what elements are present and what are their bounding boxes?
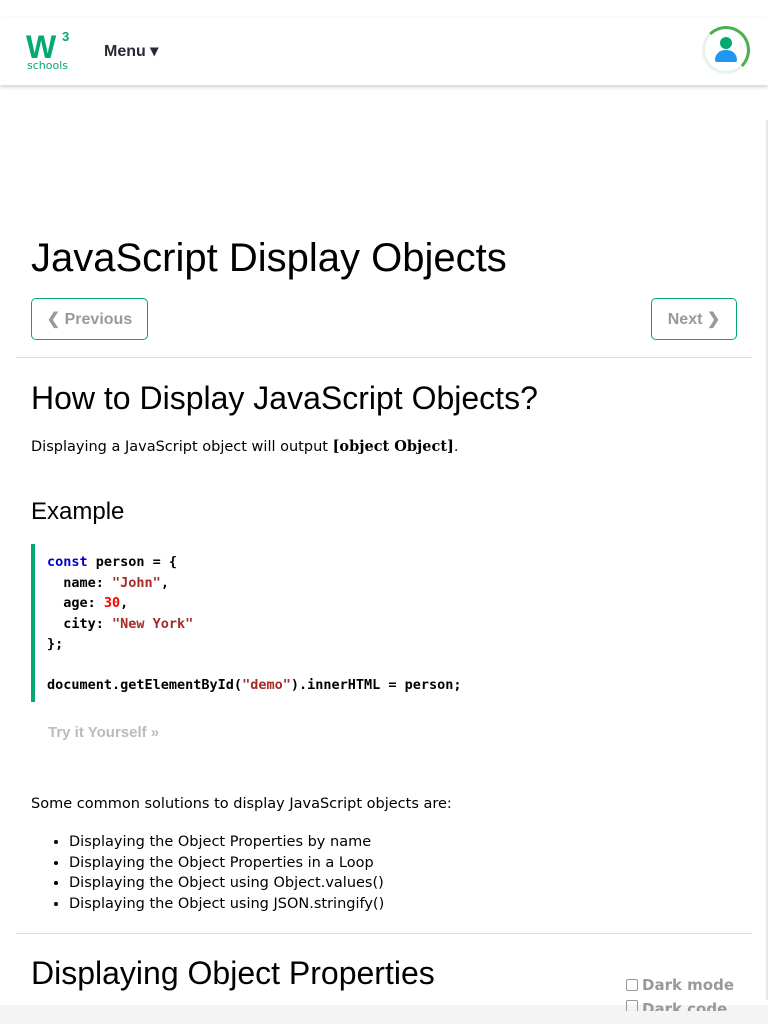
list-item: Displaying the Object Properties by name <box>69 832 384 853</box>
list-item: Displaying the Object using JSON.stringi… <box>69 894 384 915</box>
code-example: const person = { name: "John", age: 30, … <box>31 544 471 702</box>
user-avatar-icon[interactable] <box>702 26 750 74</box>
try-it-yourself-button[interactable]: Try it Yourself » <box>48 724 159 741</box>
checkbox-icon[interactable] <box>626 1000 638 1011</box>
solutions-list: Displaying the Object Properties by name… <box>69 832 384 914</box>
dark-code-toggle[interactable]: Dark code <box>626 1000 727 1011</box>
solutions-intro: Some common solutions to display JavaScr… <box>31 796 452 812</box>
top-navbar: W 3 schools Menu ▾ <box>0 17 768 85</box>
page-title: JavaScript Display Objects <box>31 236 507 280</box>
divider <box>16 357 752 358</box>
w3schools-logo[interactable]: W 3 schools <box>26 29 72 73</box>
divider <box>16 933 752 934</box>
checkbox-icon[interactable] <box>626 979 638 991</box>
section-heading: How to Display JavaScript Objects? <box>31 380 538 416</box>
intro-text: Displaying a JavaScript object will outp… <box>31 438 459 455</box>
next-button[interactable]: Next ❯ <box>651 298 737 340</box>
dark-mode-toggle[interactable]: Dark mode <box>626 976 734 994</box>
example-heading: Example <box>31 498 125 525</box>
menu-button[interactable]: Menu ▾ <box>104 41 158 61</box>
section-heading: Displaying Object Properties <box>31 955 435 991</box>
list-item: Displaying the Object using Object.value… <box>69 873 384 894</box>
list-item: Displaying the Object Properties in a Lo… <box>69 853 384 874</box>
previous-button[interactable]: ❮ Previous <box>31 298 148 340</box>
